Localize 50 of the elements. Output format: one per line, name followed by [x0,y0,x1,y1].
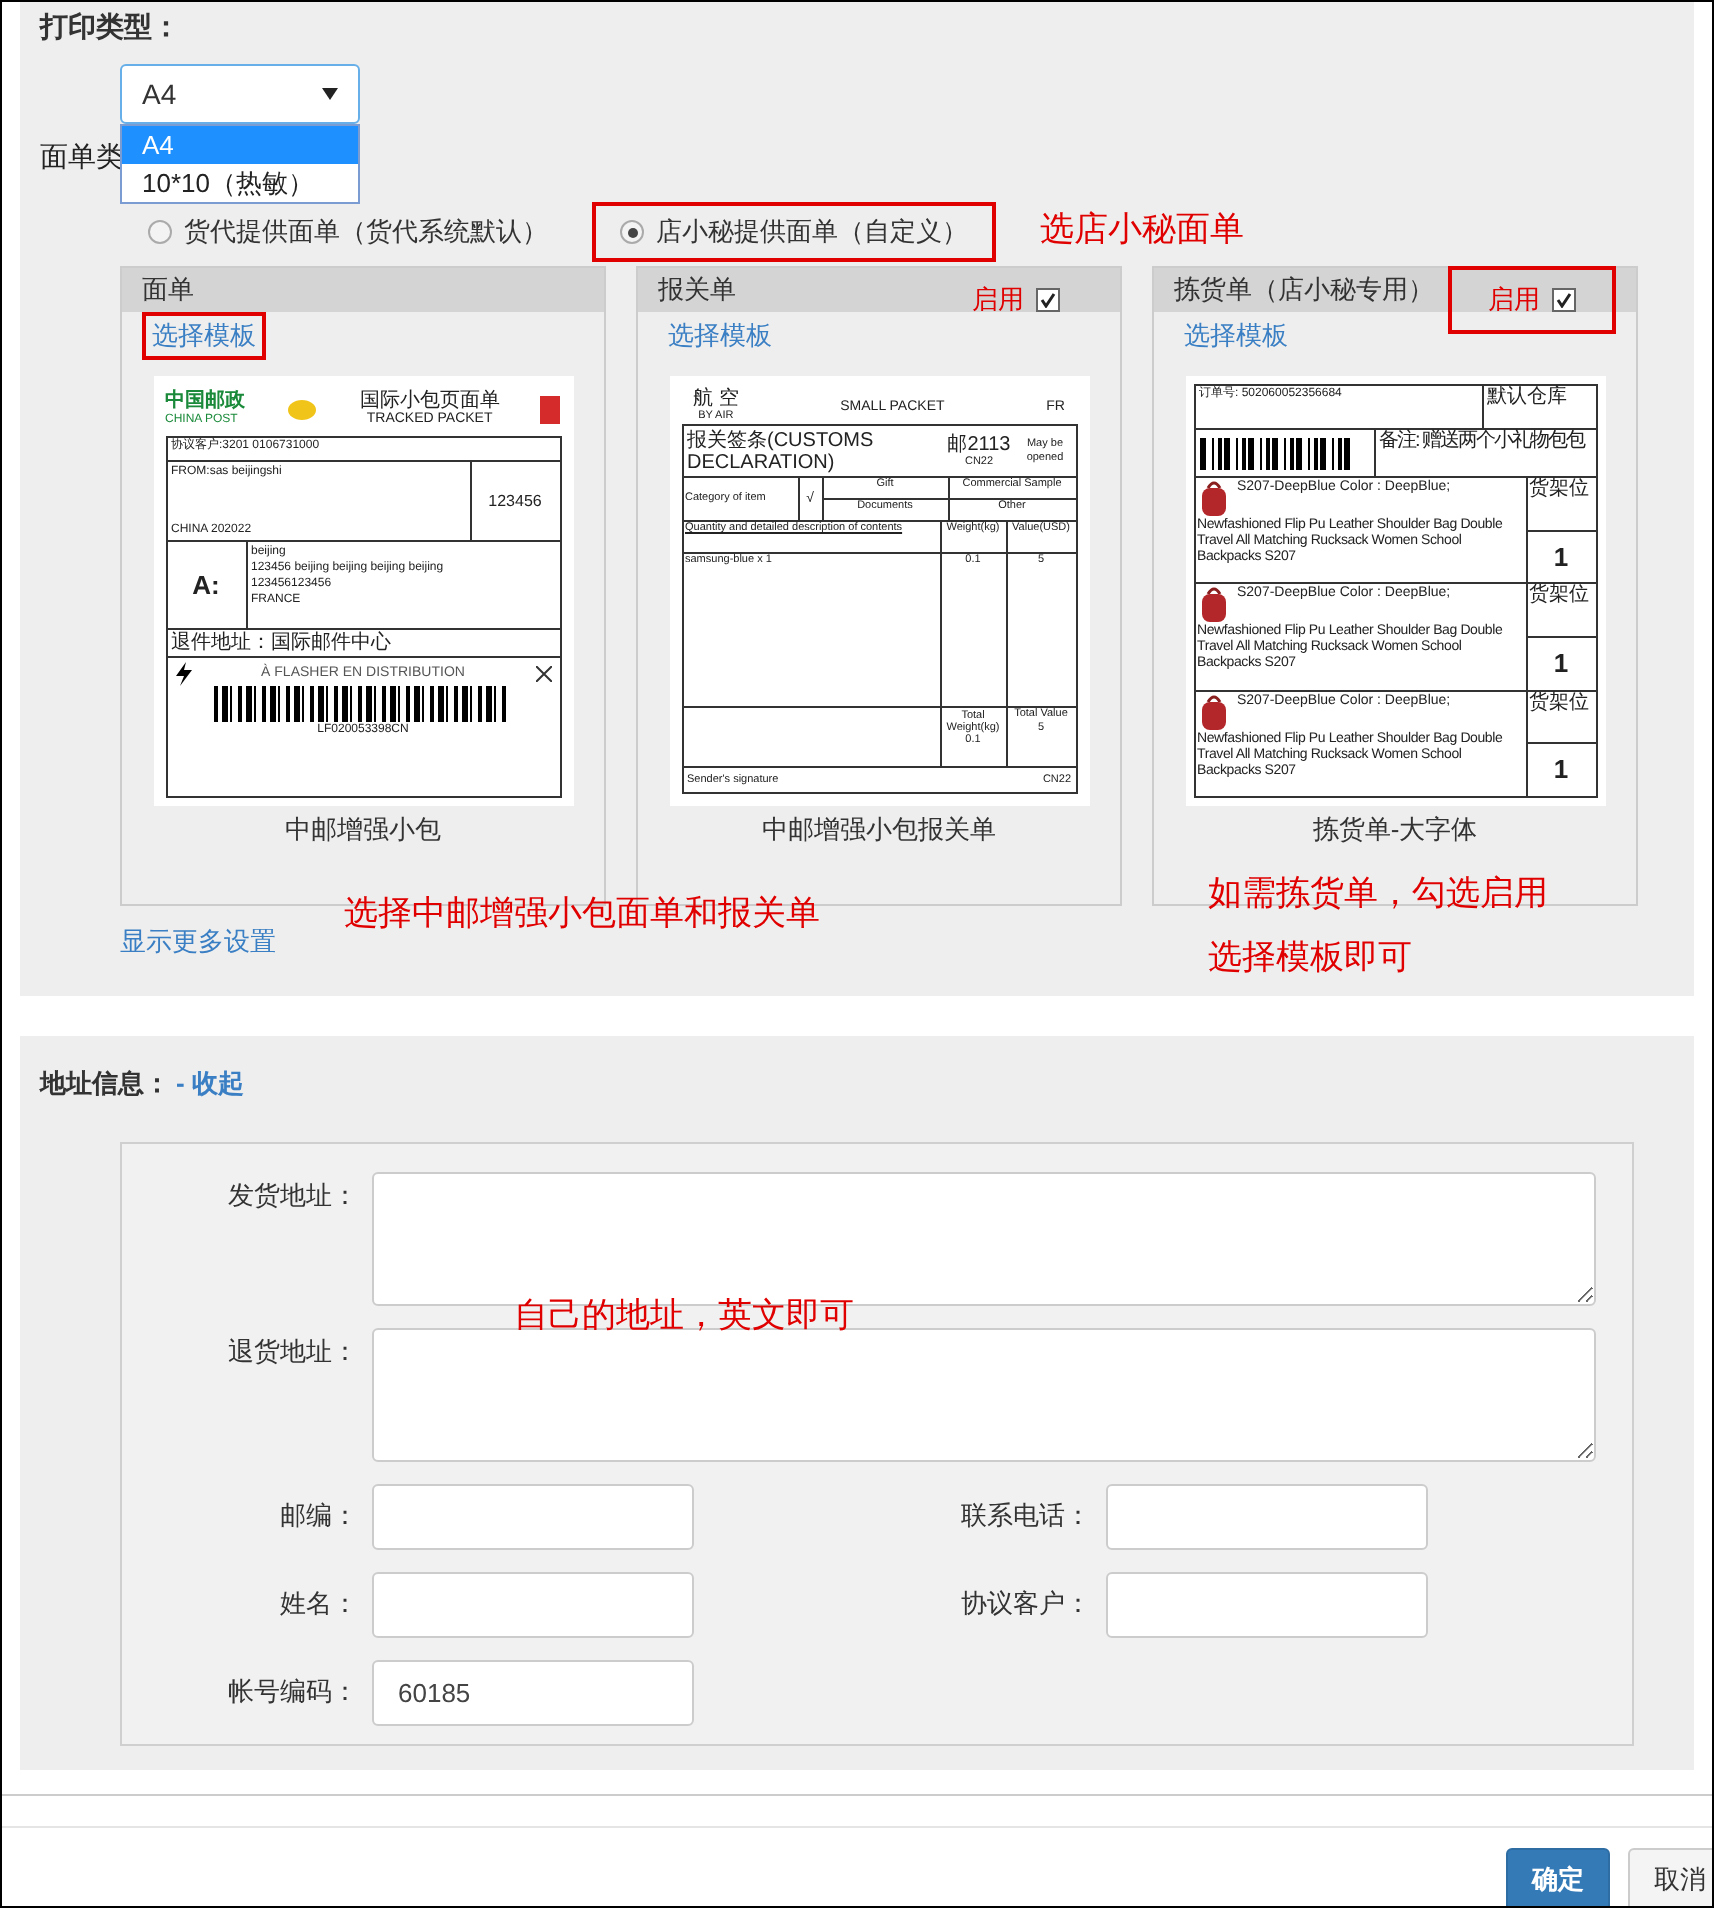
card-title: 面单 [142,272,194,309]
choose-template-link[interactable]: 选择模板 [1174,312,1298,360]
quantity-text: 1 [1553,762,1569,779]
warehouse-text: 默认仓库 [1487,386,1567,408]
quantity-text: 1 [1553,655,1569,672]
field-label: 姓名： [278,1586,360,1623]
annotation-text: 选店小秘面单 [1040,208,1244,255]
quantity-text: 1 [1553,549,1569,565]
section-label: 地址信息： [40,1066,170,1102]
cancel-button[interactable]: 取消 [1628,1848,1712,1906]
code-text: 123456 [488,493,542,509]
choose-template-link[interactable]: 选择模板 [658,312,782,360]
dropdown-option[interactable]: A4 [122,126,358,164]
shelf-label: 货架位 [1529,691,1589,714]
enable-toggle[interactable]: 启用 [1448,266,1616,334]
annotation-text: 选择中邮增强小包面单和报关单 [344,892,820,938]
shelf-label: 货架位 [1529,584,1589,607]
annotation-text: 选择模板即可 [1208,936,1412,982]
annotation-text: 如需拣货单，勾选启用 [1208,872,1548,918]
field-label: 帐号编码： [226,1674,360,1711]
enable-toggle[interactable]: 启用 [932,266,1100,334]
paper-select[interactable]: A4 [120,64,360,124]
field-label: 联系电话： [959,1498,1093,1535]
more-settings-link[interactable]: 显示更多设置 [120,926,276,956]
card-title: 拣货单（店小秘专用） [1174,272,1434,309]
confirm-button[interactable]: 确定 [1506,1848,1610,1906]
collapse-link[interactable]: - 收起 [176,1064,244,1103]
template-caption: 拣货单-大字体 [1312,814,1478,844]
air-text: 航 空 [693,389,739,409]
field-label: 发货地址： [226,1177,360,1213]
choose-template-link[interactable]: 选择模板 [142,312,266,360]
return-address: 退件地址：国际邮件中心 [171,633,391,653]
waybill-radio[interactable]: 货代提供面单（货代系统默认） [120,202,576,262]
note-text: 备注: 赠送两个小礼物包包 [1379,430,1585,452]
label-title: 国际小包页面单 [359,392,500,412]
card-title: 报关单 [658,272,736,309]
section-label: 打印类型： [40,10,180,42]
to-mark: A: [192,577,220,593]
logo-text: 中国邮政 [165,392,245,412]
text-field[interactable]: 60185 [372,1659,694,1725]
template-caption: 中邮增强小包 [285,814,441,844]
field-label: 邮编： [278,1498,360,1535]
field-label: 退货地址： [226,1333,360,1369]
annotation-text: 自己的地址，英文即可 [514,1294,854,1340]
form-number: 邮2113 [947,433,1011,455]
field-label: 协议客户： [959,1586,1093,1623]
shelf-label: 货架位 [1529,478,1589,500]
declaration-title: 报关签条(CUSTOMS DECLARATION) [687,429,876,473]
template-caption: 中邮增强小包报关单 [762,814,996,844]
waybill-radio[interactable]: 店小秘提供面单（自定义） [592,202,996,262]
